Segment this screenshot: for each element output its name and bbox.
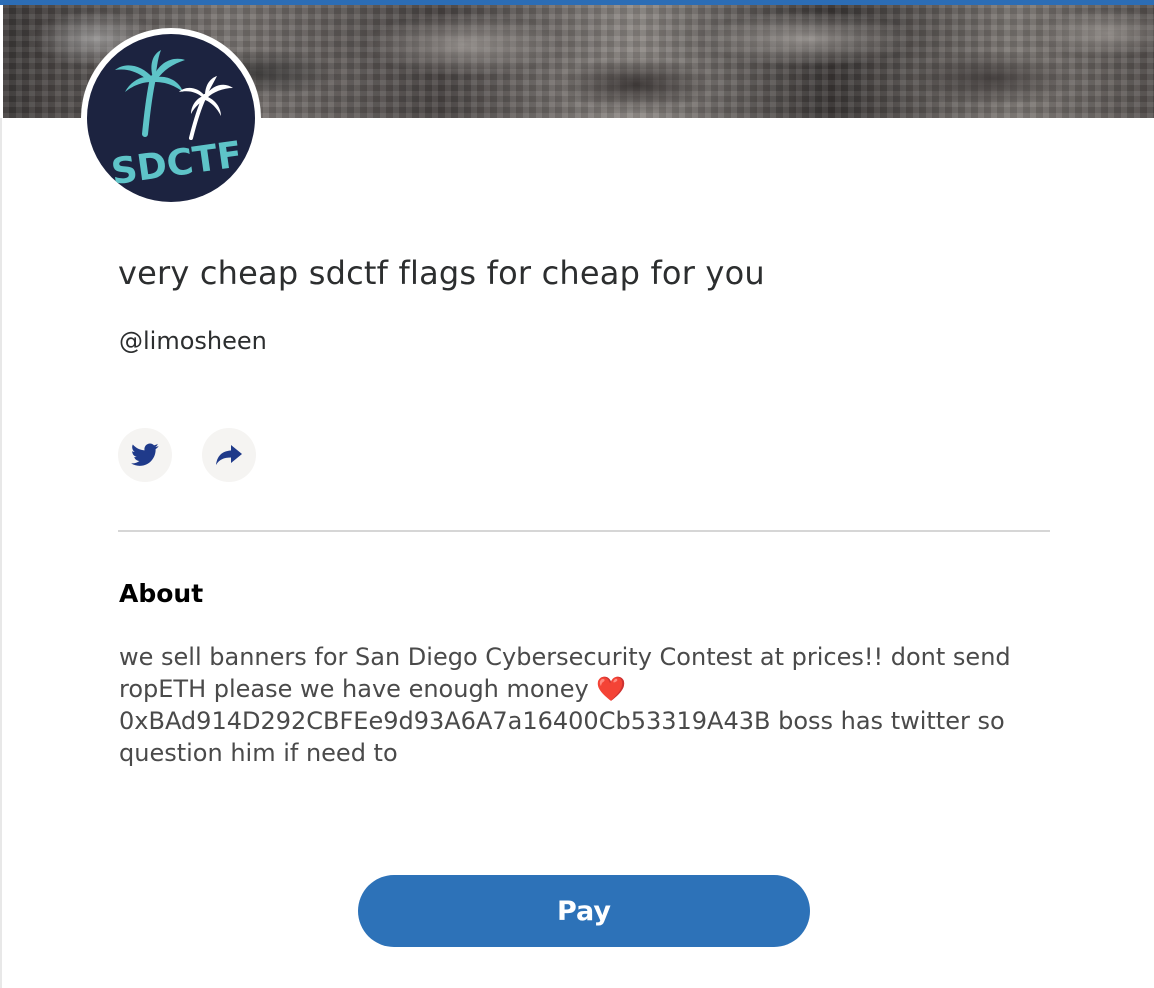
twitter-bird-icon bbox=[131, 443, 159, 466]
sdctf-logo: SDCTF bbox=[87, 34, 255, 202]
section-divider bbox=[118, 530, 1050, 532]
page-title: very cheap sdctf flags for cheap for you bbox=[118, 254, 765, 292]
share-arrow-icon bbox=[216, 445, 242, 465]
share-button[interactable] bbox=[202, 428, 256, 482]
about-heading: About bbox=[119, 579, 204, 608]
palm-tree-logo-icon: SDCTF bbox=[109, 50, 245, 193]
profile-handle: @limosheen bbox=[119, 327, 267, 355]
left-border bbox=[0, 118, 2, 988]
twitter-button[interactable] bbox=[118, 428, 172, 482]
profile-avatar: SDCTF bbox=[81, 28, 261, 208]
pay-button[interactable]: Pay bbox=[358, 875, 810, 947]
about-description: we sell banners for San Diego Cybersecur… bbox=[119, 643, 1011, 767]
avatar-logo-text: SDCTF bbox=[109, 134, 245, 193]
